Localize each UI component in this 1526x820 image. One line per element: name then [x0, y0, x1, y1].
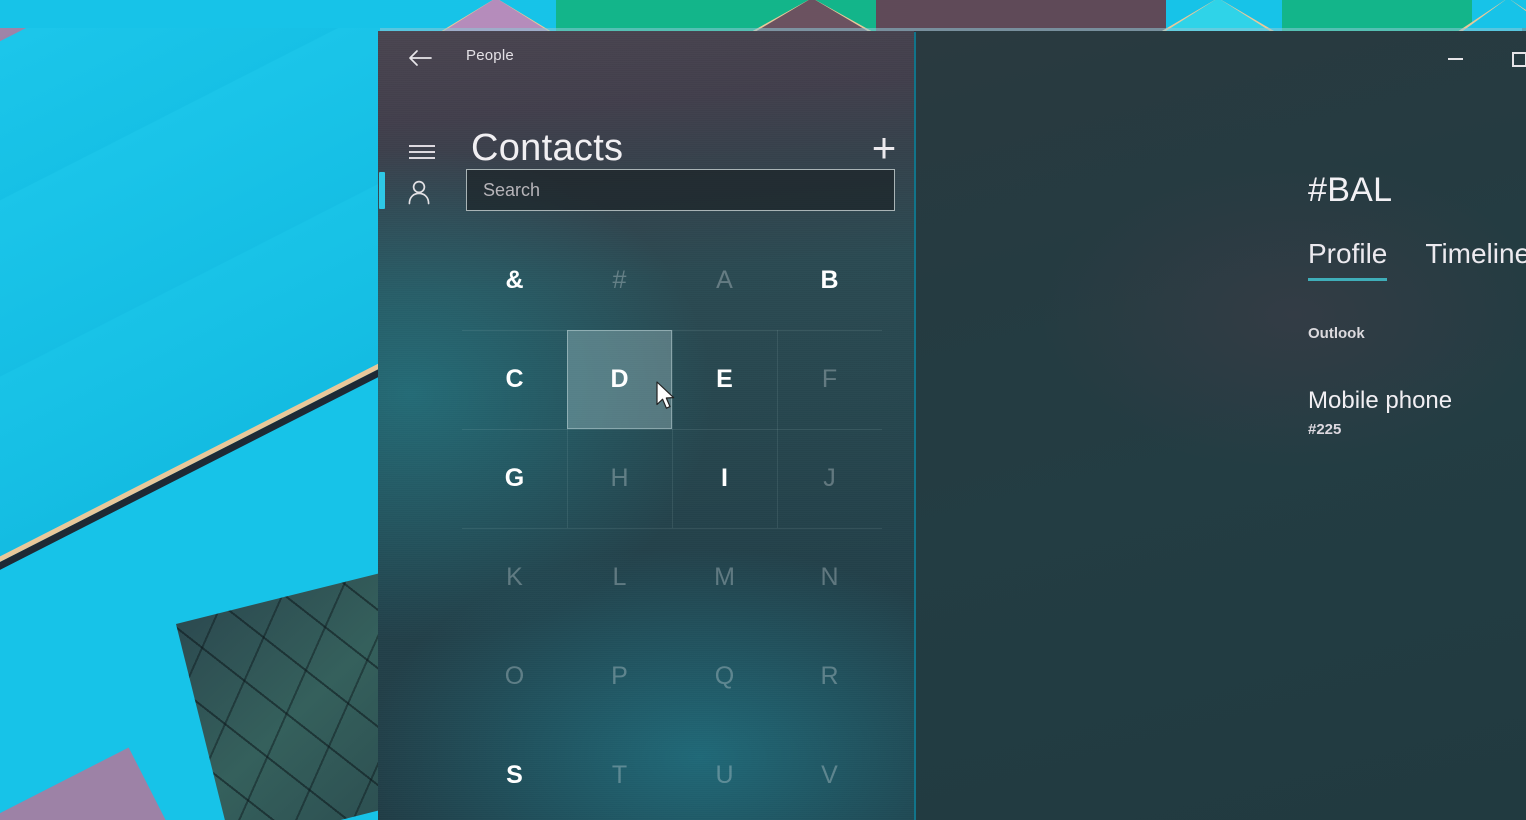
- detail-field-label: Mobile phone: [1308, 387, 1453, 414]
- alpha-cell-label: I: [721, 464, 728, 492]
- contact-tabs[interactable]: Profile Timeline: [1308, 238, 1526, 281]
- alpha-cell-label: Q: [714, 662, 735, 690]
- alpha-cell-hash[interactable]: #: [567, 231, 672, 330]
- alpha-cell-p[interactable]: P: [567, 627, 672, 726]
- alpha-cell-k[interactable]: K: [462, 528, 567, 627]
- alpha-cell-b[interactable]: B: [777, 231, 882, 330]
- alpha-cell-j[interactable]: J: [777, 429, 882, 528]
- alpha-cell-label: E: [716, 365, 733, 393]
- wallpaper-diagonal-bands: [0, 28, 400, 820]
- add-contact-button[interactable]: +: [865, 127, 903, 169]
- nav-selection-indicator: [379, 172, 385, 209]
- alpha-cell-q[interactable]: Q: [672, 627, 777, 726]
- minimize-icon: [1447, 58, 1463, 60]
- alpha-cell-m[interactable]: M: [672, 528, 777, 627]
- hamburger-menu-icon: [409, 141, 435, 163]
- screen: People Contacts + & # A B C D E F G H I J K L M N O P Q R S T…: [0, 0, 1526, 820]
- maximize-icon: [1511, 51, 1526, 67]
- alpha-cell-f[interactable]: F: [777, 330, 882, 429]
- alpha-cell-v[interactable]: V: [777, 726, 882, 820]
- alpha-cell-g[interactable]: G: [462, 429, 567, 528]
- contacts-pane: People Contacts + & # A B C D E F G H I J K L M N O P Q R S T…: [378, 31, 914, 820]
- back-arrow-icon: [409, 50, 432, 66]
- alpha-cell-i[interactable]: I: [672, 429, 777, 528]
- alpha-cell-d[interactable]: D: [567, 330, 672, 429]
- alphabet-jump-grid[interactable]: & # A B C D E F G H I J K L M N O P Q R S T U V: [462, 231, 882, 820]
- search-input[interactable]: [467, 170, 894, 210]
- people-app-window: People Contacts + & # A B C D E F G H I J K L M N O P Q R S T…: [378, 31, 1526, 820]
- alpha-cell-label: B: [820, 266, 839, 294]
- alpha-cell-o[interactable]: O: [462, 627, 567, 726]
- contact-detail-pane: #BAL Profile Timeline Outlook Mobile phon…: [916, 31, 1526, 820]
- alpha-cell-u[interactable]: U: [672, 726, 777, 820]
- alpha-cell-t[interactable]: T: [567, 726, 672, 820]
- minimize-button[interactable]: [1432, 31, 1478, 87]
- alpha-cell-label: R: [820, 662, 839, 690]
- alpha-cell-label: T: [611, 761, 628, 789]
- alpha-cell-label: #: [612, 266, 627, 294]
- alpha-cell-label: L: [612, 563, 627, 591]
- app-title: People: [466, 47, 514, 64]
- account-source-label: Outlook: [1308, 325, 1365, 342]
- alpha-cell-label: A: [716, 266, 733, 294]
- alpha-cell-label: O: [504, 662, 525, 690]
- alpha-cell-label: V: [821, 761, 838, 789]
- tab-timeline[interactable]: Timeline: [1425, 238, 1526, 281]
- person-icon: [408, 180, 430, 205]
- alpha-cell-label: F: [821, 365, 838, 393]
- alpha-cell-h[interactable]: H: [567, 429, 672, 528]
- alpha-cell-amp[interactable]: &: [462, 231, 567, 330]
- alpha-cell-label: C: [505, 365, 524, 393]
- alpha-cell-e[interactable]: E: [672, 330, 777, 429]
- page-title: Contacts: [471, 127, 624, 169]
- alpha-cell-n[interactable]: N: [777, 528, 882, 627]
- window-titlebar: People: [378, 31, 914, 83]
- alpha-cell-label: D: [610, 365, 629, 393]
- alpha-cell-label: M: [714, 563, 735, 591]
- alpha-cell-label: U: [715, 761, 734, 789]
- alpha-cell-label: J: [823, 464, 836, 492]
- nav-person-button[interactable]: [398, 173, 440, 211]
- hamburger-menu-button[interactable]: [402, 134, 442, 170]
- tab-profile[interactable]: Profile: [1308, 238, 1388, 281]
- alpha-cell-a[interactable]: A: [672, 231, 777, 330]
- alpha-cell-label: P: [611, 662, 628, 690]
- alpha-cell-r[interactable]: R: [777, 627, 882, 726]
- alpha-cell-l[interactable]: L: [567, 528, 672, 627]
- alpha-cell-label: H: [610, 464, 629, 492]
- maximize-button[interactable]: [1496, 31, 1526, 87]
- alpha-cell-label: G: [504, 464, 525, 492]
- alpha-cell-label: S: [506, 761, 523, 789]
- contact-name: #BAL: [1308, 171, 1393, 209]
- alpha-cell-label: K: [506, 563, 523, 591]
- alpha-cell-label: N: [820, 563, 839, 591]
- alpha-cell-s[interactable]: S: [462, 726, 567, 820]
- search-field[interactable]: [466, 169, 895, 211]
- detail-field-value[interactable]: #225: [1308, 421, 1341, 438]
- alpha-cell-label: &: [505, 266, 524, 294]
- back-button[interactable]: [402, 43, 438, 73]
- alpha-cell-c[interactable]: C: [462, 330, 567, 429]
